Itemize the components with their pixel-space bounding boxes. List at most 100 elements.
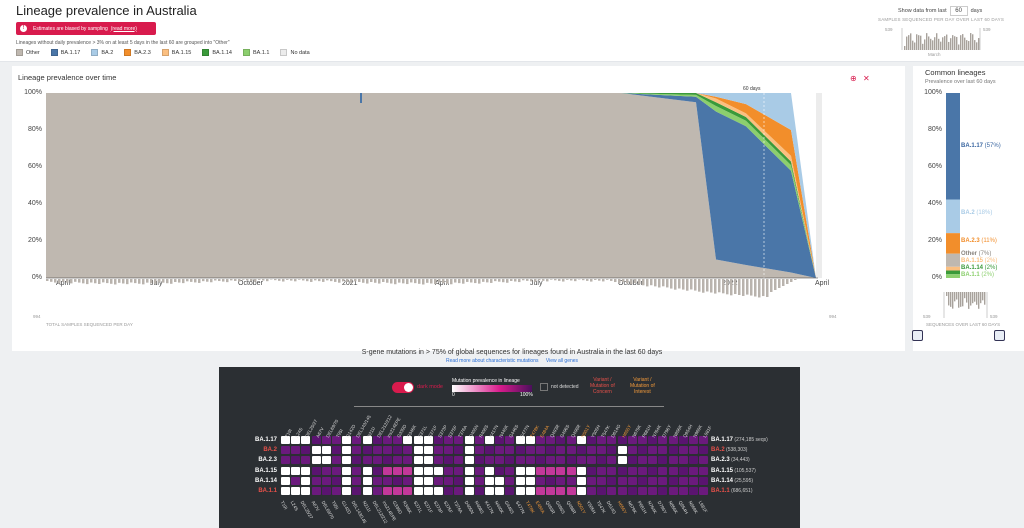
heatmap-cell[interactable] bbox=[332, 446, 341, 455]
heatmap-cell[interactable] bbox=[485, 466, 494, 475]
heatmap-cell[interactable] bbox=[515, 446, 525, 455]
heatmap-cell[interactable] bbox=[699, 456, 709, 465]
heatmap-cell[interactable] bbox=[546, 476, 556, 485]
heatmap-cell[interactable] bbox=[454, 487, 464, 495]
heatmap-cell[interactable] bbox=[505, 476, 515, 485]
legend-item[interactable]: Other bbox=[16, 49, 40, 56]
heatmap-cell[interactable] bbox=[301, 456, 311, 465]
read-more-link[interactable]: (read more) bbox=[111, 26, 137, 32]
heatmap-cell[interactable] bbox=[638, 487, 647, 495]
heatmap-cell[interactable] bbox=[617, 487, 627, 495]
heatmap-cell[interactable] bbox=[444, 446, 454, 455]
heatmap-cell[interactable] bbox=[627, 487, 637, 495]
heatmap-cell[interactable] bbox=[668, 476, 678, 485]
heatmap-cell[interactable] bbox=[495, 446, 505, 455]
heatmap-cell[interactable] bbox=[403, 446, 413, 455]
heatmap-cell[interactable] bbox=[515, 487, 525, 495]
heatmap-cell[interactable] bbox=[485, 446, 494, 455]
heatmap-cell[interactable] bbox=[311, 456, 321, 465]
mutations-readmore-link[interactable]: Read more about characteristic mutations bbox=[446, 358, 539, 364]
heatmap-cell[interactable] bbox=[689, 446, 698, 455]
heatmap-cell[interactable] bbox=[556, 466, 566, 475]
heatmap-cell[interactable] bbox=[525, 466, 535, 475]
heatmap-cell[interactable] bbox=[648, 466, 658, 475]
heatmap-cell[interactable] bbox=[342, 476, 352, 485]
heatmap-cell[interactable] bbox=[454, 476, 464, 485]
heatmap-cell[interactable] bbox=[515, 466, 525, 475]
heatmap-cell[interactable] bbox=[413, 446, 423, 455]
heatmap-cell[interactable] bbox=[648, 456, 658, 465]
heatmap-cell[interactable] bbox=[617, 466, 627, 475]
heatmap-cell[interactable] bbox=[689, 466, 698, 475]
heatmap-cell[interactable] bbox=[556, 446, 566, 455]
heatmap-cell[interactable] bbox=[444, 476, 454, 485]
heatmap-cell[interactable] bbox=[383, 487, 392, 495]
heatmap-cell[interactable] bbox=[301, 487, 311, 495]
heatmap-cell[interactable] bbox=[576, 487, 586, 495]
heatmap-cell[interactable] bbox=[546, 446, 556, 455]
heatmap-cell[interactable] bbox=[566, 466, 576, 475]
heatmap-cell[interactable] bbox=[658, 456, 668, 465]
heatmap-cell[interactable] bbox=[525, 446, 535, 455]
copy-chart-button[interactable] bbox=[912, 330, 923, 341]
heatmap-cell[interactable] bbox=[393, 456, 403, 465]
heatmap-cell[interactable] bbox=[597, 476, 607, 485]
heatmap-cell[interactable] bbox=[566, 476, 576, 485]
reset-icon[interactable]: ✕ bbox=[863, 74, 870, 83]
heatmap-cell[interactable] bbox=[658, 487, 668, 495]
heatmap-cell[interactable] bbox=[556, 476, 566, 485]
heatmap-cell[interactable] bbox=[474, 456, 484, 465]
heatmap-cell[interactable] bbox=[576, 456, 586, 465]
heatmap-cell[interactable] bbox=[372, 466, 382, 475]
heatmap-cell[interactable] bbox=[352, 456, 362, 465]
heatmap-cell[interactable] bbox=[403, 456, 413, 465]
heatmap-cell[interactable] bbox=[423, 466, 433, 475]
heatmap-cell[interactable] bbox=[454, 466, 464, 475]
heatmap-cell[interactable] bbox=[281, 466, 290, 475]
heatmap-cell[interactable] bbox=[342, 487, 352, 495]
heatmap-cell[interactable] bbox=[383, 476, 392, 485]
heatmap-cell[interactable] bbox=[464, 456, 474, 465]
heatmap-cell[interactable] bbox=[352, 466, 362, 475]
heatmap-cell[interactable] bbox=[678, 456, 688, 465]
heatmap-cell[interactable] bbox=[536, 487, 545, 495]
heatmap-cell[interactable] bbox=[301, 446, 311, 455]
heatmap-cell[interactable] bbox=[627, 476, 637, 485]
copy-side-button[interactable] bbox=[994, 330, 1005, 341]
heatmap-cell[interactable] bbox=[332, 487, 341, 495]
heatmap-cell[interactable] bbox=[434, 446, 443, 455]
heatmap-cell[interactable] bbox=[638, 466, 647, 475]
heatmap-cell[interactable] bbox=[668, 446, 678, 455]
heatmap-cell[interactable] bbox=[311, 466, 321, 475]
heatmap-cell[interactable] bbox=[607, 456, 617, 465]
heatmap-cell[interactable] bbox=[495, 476, 505, 485]
heatmap-cell[interactable] bbox=[311, 446, 321, 455]
heatmap-cell[interactable] bbox=[587, 487, 596, 495]
heatmap-cell[interactable] bbox=[546, 466, 556, 475]
heatmap-cell[interactable] bbox=[332, 456, 341, 465]
heatmap-cell[interactable] bbox=[321, 456, 331, 465]
heatmap-cell[interactable] bbox=[495, 487, 505, 495]
heatmap-cell[interactable] bbox=[648, 446, 658, 455]
heatmap-cell[interactable] bbox=[291, 456, 301, 465]
heatmap-cell[interactable] bbox=[362, 466, 372, 475]
heatmap-cell[interactable] bbox=[566, 446, 576, 455]
heatmap-cell[interactable] bbox=[372, 446, 382, 455]
heatmap-cell[interactable] bbox=[617, 476, 627, 485]
heatmap-cell[interactable] bbox=[352, 446, 362, 455]
heatmap-cell[interactable] bbox=[505, 446, 515, 455]
heatmap-cell[interactable] bbox=[383, 456, 392, 465]
legend-item[interactable]: BA.1.1 bbox=[242, 49, 269, 56]
heatmap-cell[interactable] bbox=[444, 466, 454, 475]
heatmap-cell[interactable] bbox=[495, 466, 505, 475]
heatmap-cell[interactable] bbox=[699, 446, 709, 455]
heatmap-cell[interactable] bbox=[607, 446, 617, 455]
heatmap-cell[interactable] bbox=[403, 476, 413, 485]
heatmap-cell[interactable] bbox=[617, 446, 627, 455]
heatmap-cell[interactable] bbox=[505, 456, 515, 465]
heatmap-cell[interactable] bbox=[464, 466, 474, 475]
heatmap-cell[interactable] bbox=[658, 466, 668, 475]
heatmap-cell[interactable] bbox=[281, 487, 290, 495]
heatmap-cell[interactable] bbox=[597, 487, 607, 495]
heatmap-cell[interactable] bbox=[658, 446, 668, 455]
